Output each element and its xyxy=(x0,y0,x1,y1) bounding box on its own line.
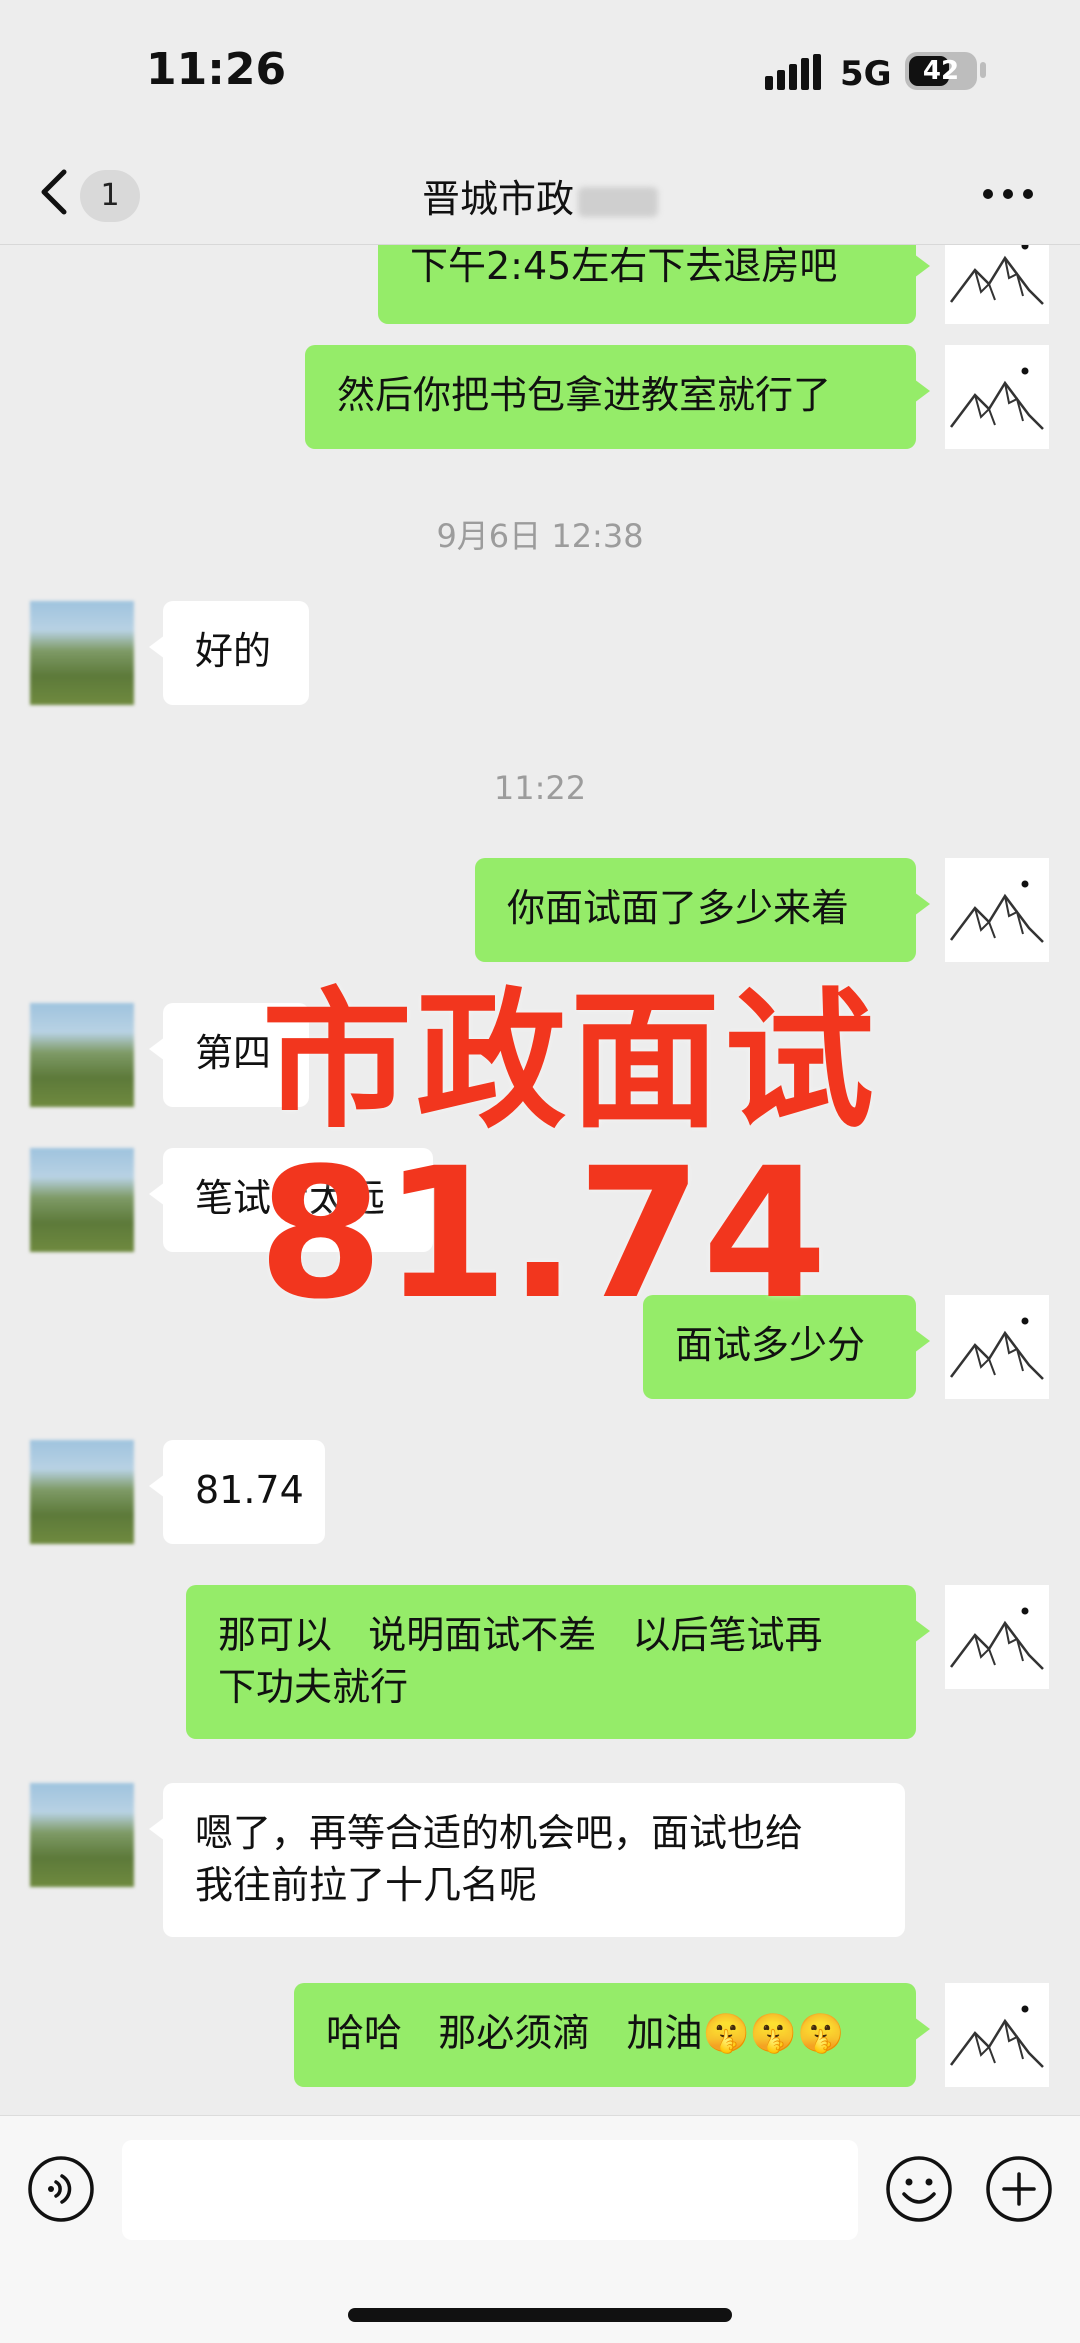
message-bubble-received[interactable]: 好的 xyxy=(149,601,309,705)
message-bubble-sent[interactable]: 然后你把书包拿进教室就行了 xyxy=(305,345,930,449)
message-input[interactable] xyxy=(122,2140,858,2240)
battery-tip xyxy=(980,62,986,78)
contact-avatar[interactable] xyxy=(30,1003,134,1107)
contact-avatar[interactable] xyxy=(30,601,134,705)
more-options-icon[interactable] xyxy=(980,184,1036,204)
title-redaction xyxy=(578,186,658,217)
back-chevron-icon[interactable] xyxy=(34,166,74,218)
chat-title: 晋城市政 xyxy=(300,168,780,223)
contact-avatar[interactable] xyxy=(30,1148,134,1252)
mountain-avatar-icon[interactable] xyxy=(945,1295,1049,1399)
chat-title-text: 晋城市政 xyxy=(421,177,574,221)
network-type: 5G xyxy=(840,54,892,94)
emoji-icon[interactable] xyxy=(884,2154,954,2224)
composer-bar xyxy=(0,2115,1080,2343)
message-bubble-sent[interactable]: 那可以 说明面试不差 以后笔试再 下功夫就行 xyxy=(186,1585,930,1739)
mountain-avatar-icon[interactable] xyxy=(945,1585,1049,1689)
message-bubble-received[interactable]: 嗯了，再等合适的机会吧，面试也给 我往前拉了十几名呢 xyxy=(149,1783,905,1937)
contact-avatar[interactable] xyxy=(30,1783,134,1887)
message-timestamp: 11:22 xyxy=(493,769,587,807)
unread-count-badge[interactable]: 1 xyxy=(80,170,140,222)
battery-level: 42 xyxy=(922,56,960,86)
battery-icon: 42 xyxy=(905,52,977,90)
mountain-avatar-icon[interactable] xyxy=(945,245,1049,324)
status-bar: 11:26 5G 42 xyxy=(0,0,1080,140)
message-bubble-sent[interactable]: 下午2:45左右下去退房吧 xyxy=(378,245,930,324)
contact-avatar[interactable] xyxy=(30,1440,134,1544)
message-bubble-sent[interactable]: 哈哈 那必须滴 加油🤫🤫🤫 xyxy=(294,1983,930,2087)
chat-header: 1 晋城市政 xyxy=(0,140,1080,245)
home-indicator xyxy=(348,2308,732,2322)
plus-icon[interactable] xyxy=(984,2154,1054,2224)
mountain-avatar-icon[interactable] xyxy=(945,1983,1049,2087)
signal-icon xyxy=(765,54,821,90)
overlay-title: 市政面试 xyxy=(262,975,879,1149)
status-time: 11:26 xyxy=(146,44,287,95)
overlay-score: 81.74 xyxy=(258,1130,828,1339)
mountain-avatar-icon[interactable] xyxy=(945,345,1049,449)
mountain-avatar-icon[interactable] xyxy=(945,858,1049,962)
message-timestamp: 9月6日 12:38 xyxy=(436,517,644,555)
voice-input-icon[interactable] xyxy=(26,2154,96,2224)
message-bubble-received[interactable]: 81.74 xyxy=(149,1440,325,1544)
